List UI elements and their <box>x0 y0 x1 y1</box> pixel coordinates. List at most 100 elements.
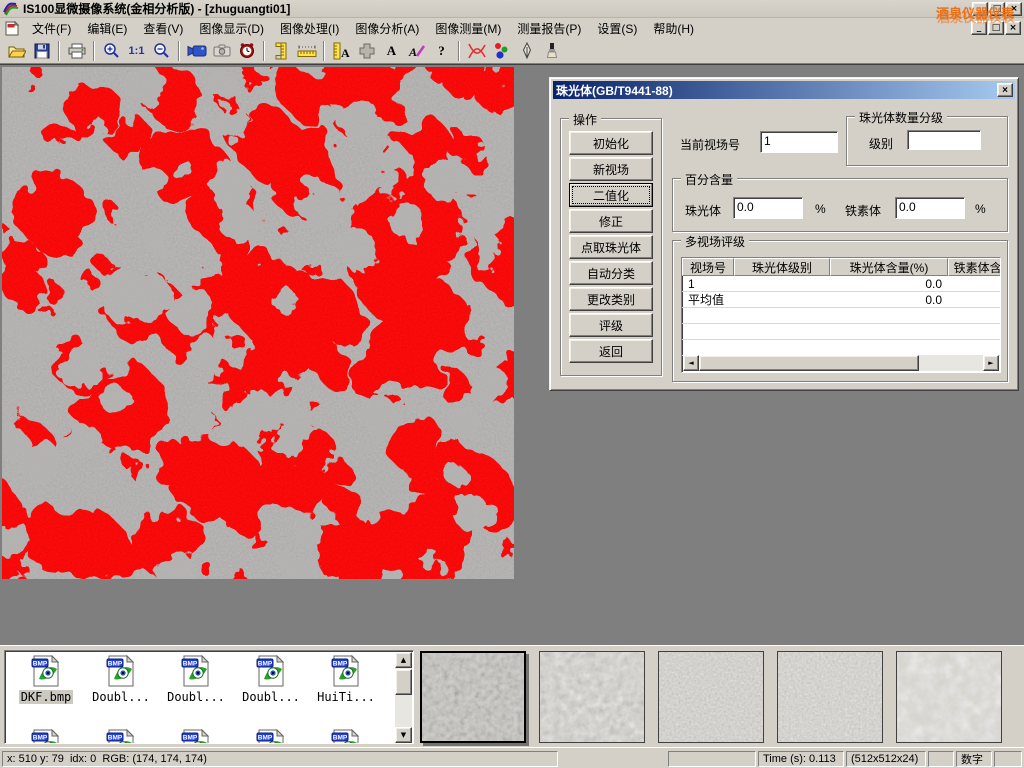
table-row[interactable] <box>682 308 1000 324</box>
timer-button[interactable] <box>234 40 259 62</box>
svg-text:A: A <box>341 46 350 60</box>
minimize-button[interactable]: _ <box>972 2 988 16</box>
video-capture-button[interactable] <box>184 40 209 62</box>
bmp-file-icon <box>30 729 62 744</box>
bmp-file-icon <box>255 729 287 744</box>
zoom-out-button[interactable] <box>149 40 174 62</box>
menu-image-analysis[interactable]: 图像分析(A) <box>347 18 427 39</box>
menu-image-display[interactable]: 图像显示(D) <box>191 18 272 39</box>
ruler-measure-button[interactable] <box>294 40 319 62</box>
pearlite-dialog[interactable]: 珠光体(GB/T9441-88) × 操作 初始化 新视场 二值化 修正 点取珠… <box>549 77 1019 391</box>
caliper-measure-button[interactable] <box>269 40 294 62</box>
pearlite-percent-input[interactable]: 0.0 <box>733 197 803 219</box>
col-field-no[interactable]: 视场号 <box>682 258 734 276</box>
thumbnail-2[interactable] <box>539 651 645 743</box>
return-button[interactable]: 返回 <box>569 339 653 363</box>
file-item[interactable]: Doubl... <box>161 655 231 704</box>
menu-image-measure[interactable]: 图像测量(M) <box>427 18 509 39</box>
text-tool-button[interactable]: A <box>379 40 404 62</box>
open-file-button[interactable] <box>4 40 29 62</box>
menu-file[interactable]: 文件(F) <box>24 18 79 39</box>
change-class-button[interactable]: 更改类别 <box>569 287 653 311</box>
thumbnail-4[interactable] <box>777 651 883 743</box>
close-button[interactable]: × <box>1006 2 1022 16</box>
move-tool-button[interactable] <box>354 40 379 62</box>
photo-capture-button[interactable] <box>209 40 234 62</box>
help-button[interactable]: ? <box>429 40 454 62</box>
menu-edit[interactable]: 编辑(E) <box>79 18 135 39</box>
menu-settings[interactable]: 设置(S) <box>589 18 645 39</box>
ferrite-percent-input[interactable]: 0.0 <box>895 197 965 219</box>
file-scrollbar[interactable]: ▲ ▼ <box>395 652 412 743</box>
multiview-table[interactable]: 视场号 珠光体级别 珠光体含量(%) 铁素体含量(%) 1 0.0 平均值 0.… <box>681 257 1001 373</box>
document-icon[interactable] <box>4 21 20 36</box>
file-item[interactable]: Doubl... <box>86 655 156 704</box>
file-browser[interactable]: DKF.bmp Doubl... Doubl... Doubl... HuiTi… <box>4 650 414 744</box>
file-item[interactable] <box>236 729 306 744</box>
file-name: Doubl... <box>90 690 152 704</box>
file-item[interactable]: DKF.bmp <box>11 655 81 704</box>
init-button[interactable]: 初始化 <box>569 131 653 155</box>
cell <box>948 324 1001 339</box>
correct-button[interactable]: 修正 <box>569 209 653 233</box>
caliper-icon <box>274 42 290 60</box>
mdi-restore-button[interactable]: □ <box>988 21 1004 35</box>
menu-report[interactable]: 测量报告(P) <box>509 18 589 39</box>
file-item[interactable] <box>311 729 381 744</box>
cell <box>830 340 948 355</box>
menu-image-process[interactable]: 图像处理(I) <box>272 18 347 39</box>
scroll-up-arrow[interactable]: ▲ <box>395 652 412 668</box>
dialog-title-bar[interactable]: 珠光体(GB/T9441-88) × <box>553 81 1015 99</box>
thumbnail-1[interactable] <box>420 651 526 743</box>
table-row[interactable] <box>682 324 1000 340</box>
table-row[interactable]: 1 0.0 <box>682 276 1000 292</box>
scroll-left-arrow[interactable]: ◄ <box>683 355 699 371</box>
metallographic-image[interactable] <box>2 67 514 579</box>
calibrate-button[interactable]: A <box>329 40 354 62</box>
grade-button[interactable]: 评级 <box>569 313 653 337</box>
col-ferrite-content[interactable]: 铁素体含量(%) <box>948 258 1001 276</box>
toolbar-separator <box>263 41 265 61</box>
actual-size-button[interactable]: 1:1 <box>124 40 149 62</box>
picker-tool-button[interactable] <box>514 40 539 62</box>
file-item[interactable]: Doubl... <box>236 655 306 704</box>
table-horizontal-scrollbar[interactable]: ◄ ► <box>683 355 999 371</box>
auto-classify-button[interactable]: 自动分类 <box>569 261 653 285</box>
new-field-button[interactable]: 新视场 <box>569 157 653 181</box>
print-button[interactable] <box>64 40 89 62</box>
file-item[interactable] <box>86 729 156 744</box>
bmp-file-icon <box>330 729 362 744</box>
pick-pearlite-button[interactable]: 点取珠光体 <box>569 235 653 259</box>
operation-group: 操作 初始化 新视场 二值化 修正 点取珠光体 自动分类 更改类别 评级 返回 <box>560 118 662 376</box>
scroll-down-arrow[interactable]: ▼ <box>395 727 412 743</box>
file-item[interactable] <box>161 729 231 744</box>
zoom-in-button[interactable] <box>99 40 124 62</box>
table-row[interactable]: 平均值 0.0 <box>682 292 1000 308</box>
title-bar: IS100显微摄像系统(金相分析版) - [zhuguangti01] <box>0 0 1024 18</box>
save-button[interactable] <box>29 40 54 62</box>
count-tool-button[interactable] <box>489 40 514 62</box>
scrollbar-thumb[interactable] <box>395 669 412 695</box>
file-item[interactable]: HuiTi... <box>311 655 381 704</box>
current-field-input[interactable]: 1 <box>760 131 838 153</box>
brush-tool-button[interactable] <box>539 40 564 62</box>
col-pearlite-level[interactable]: 珠光体级别 <box>734 258 830 276</box>
maximize-button[interactable]: □ <box>989 2 1005 16</box>
table-row[interactable] <box>682 340 1000 356</box>
thumbnail-3[interactable] <box>658 651 764 743</box>
binarize-button[interactable]: 二值化 <box>569 183 653 207</box>
annotate-button[interactable]: A <box>404 40 429 62</box>
mdi-minimize-button[interactable]: _ <box>971 21 987 35</box>
dialog-close-button[interactable]: × <box>997 83 1013 97</box>
mdi-close-button[interactable]: × <box>1005 21 1021 35</box>
file-item[interactable] <box>11 729 81 744</box>
menu-help[interactable]: 帮助(H) <box>645 18 702 39</box>
scroll-right-arrow[interactable]: ► <box>983 355 999 371</box>
level-input[interactable] <box>907 130 981 150</box>
menu-view[interactable]: 查看(V) <box>135 18 191 39</box>
scrollbar-thumb[interactable] <box>699 355 919 371</box>
col-pearlite-content[interactable]: 珠光体含量(%) <box>830 258 948 276</box>
thumbnail-5[interactable] <box>896 651 1002 743</box>
curve-tool-button[interactable] <box>464 40 489 62</box>
bottom-panel: BMP DKF.bmp Doubl... Doubl... Doubl... <box>0 645 1024 747</box>
